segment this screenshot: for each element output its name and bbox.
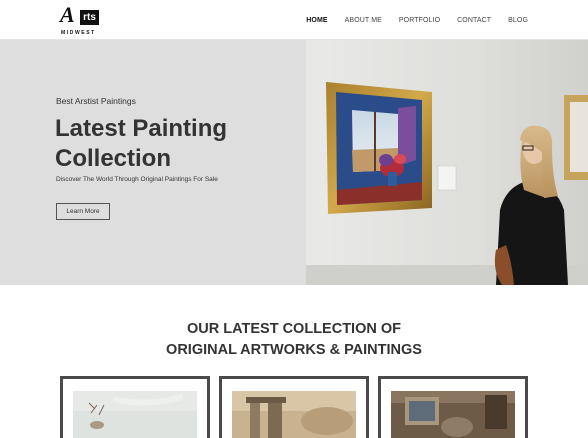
- artwork-thumbnail: [73, 391, 197, 438]
- hero-eyebrow: Best Arstist Paintings: [56, 96, 136, 106]
- collection-heading-line2: ORIGINAL ARTWORKS & PAINTINGS: [166, 342, 422, 358]
- site-header: A rts MIDWEST HOME ABOUT ME PORTFOLIO CO…: [0, 0, 588, 40]
- artwork-card[interactable]: [60, 376, 210, 438]
- hero-title-line2: Collection: [55, 145, 172, 172]
- logo-box: rts: [80, 10, 99, 25]
- artwork-card[interactable]: [378, 376, 528, 438]
- arts-midwest-logo[interactable]: A rts MIDWEST: [60, 4, 102, 36]
- collection-heading-line1: OUR LATEST COLLECTION OF: [187, 321, 401, 337]
- artwork-thumbnail: [391, 391, 515, 438]
- hero-section: Best Arstist Paintings Latest Painting C…: [0, 40, 588, 285]
- nav-portfolio[interactable]: PORTFOLIO: [399, 17, 440, 24]
- artwork-card[interactable]: [219, 376, 369, 438]
- hero-text-panel: Best Arstist Paintings Latest Painting C…: [0, 40, 306, 285]
- hero-title-line1: Latest Painting: [55, 115, 228, 142]
- main-nav: HOME ABOUT ME PORTFOLIO CONTACT BLOG: [289, 0, 528, 40]
- collection-heading: OUR LATEST COLLECTION OF ORIGINAL ARTWOR…: [0, 319, 588, 361]
- learn-more-button[interactable]: Learn More: [56, 203, 110, 220]
- nav-blog[interactable]: BLOG: [508, 17, 528, 24]
- logo-subtitle: MIDWEST: [61, 30, 96, 36]
- framed-painting: [326, 82, 432, 214]
- hero-subtitle: Discover The World Through Original Pain…: [56, 176, 218, 183]
- hero-title: Latest Painting Collection: [55, 114, 295, 174]
- artwork-thumbnail: [232, 391, 356, 438]
- nav-about-me[interactable]: ABOUT ME: [345, 17, 382, 24]
- nav-contact[interactable]: CONTACT: [457, 17, 491, 24]
- gallery-photo: [306, 40, 588, 285]
- nav-home[interactable]: HOME: [306, 17, 327, 24]
- logo-mark: A: [60, 2, 75, 27]
